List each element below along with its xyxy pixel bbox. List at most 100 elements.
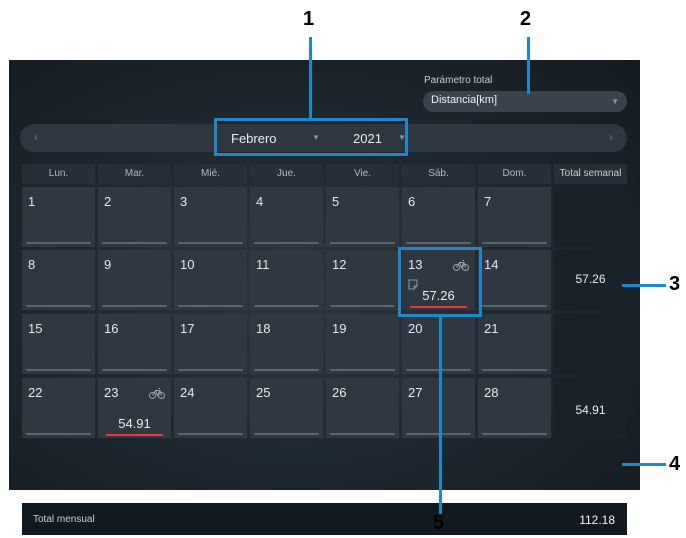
day-number: 19	[332, 321, 347, 336]
weekday-label: Sáb.	[402, 164, 475, 184]
day-number: 17	[180, 321, 195, 336]
day-cell[interactable]: 3	[174, 187, 247, 247]
callout-number-1: 1	[303, 8, 315, 30]
day-cell-bar	[26, 369, 91, 371]
day-number: 7	[484, 194, 492, 209]
total-parameter-label: Parámetro total	[424, 75, 493, 86]
total-parameter-value: Distancia[km]	[431, 94, 498, 106]
day-cell[interactable]: 7	[478, 187, 551, 247]
day-number: 26	[332, 385, 347, 400]
callout-number-4: 4	[669, 453, 681, 475]
weekly-total-value: 54.91	[575, 403, 606, 417]
day-number: 2	[104, 194, 112, 209]
bicycle-icon	[149, 386, 165, 399]
callout-line-5	[439, 316, 442, 514]
day-cell-bar	[330, 305, 395, 307]
day-cell[interactable]: 6	[402, 187, 475, 247]
day-cell[interactable]: 22	[22, 378, 95, 438]
day-cell[interactable]: 19	[326, 314, 399, 374]
day-number: 27	[408, 385, 423, 400]
day-cell[interactable]: 1	[22, 187, 95, 247]
day-cell[interactable]: 23 54.91	[98, 378, 171, 438]
callout-line-2	[527, 37, 530, 94]
next-month-icon[interactable]: ›	[609, 130, 613, 144]
day-number: 23	[104, 385, 119, 400]
day-cell[interactable]: 9	[98, 250, 171, 310]
total-parameter-select[interactable]: Distancia[km] ▼	[423, 91, 627, 112]
day-cell-bar	[330, 242, 395, 244]
day-number: 1	[28, 194, 36, 209]
day-cell[interactable]: 11	[250, 250, 323, 310]
day-cell-bar	[330, 433, 395, 435]
day-cell[interactable]: 4	[250, 187, 323, 247]
day-number: 8	[28, 257, 36, 272]
day-cell[interactable]: 28	[478, 378, 551, 438]
day-cell-bar	[178, 242, 243, 244]
day-cell-bar	[26, 433, 91, 435]
day-cell-bar	[102, 242, 167, 244]
day-cell[interactable]: 10	[174, 250, 247, 310]
day-cell-bar	[102, 369, 167, 371]
day-cell[interactable]: 5	[326, 187, 399, 247]
day-cell[interactable]: 8	[22, 250, 95, 310]
weekday-label: Jue.	[250, 164, 323, 184]
weekday-header: Lun. Mar. Mié. Jue. Vie. Sáb. Dom. Total…	[22, 164, 627, 184]
weekday-label: Vie.	[326, 164, 399, 184]
weekly-total-cell: 54.91	[554, 378, 627, 438]
day-number: 14	[484, 257, 499, 272]
day-cell[interactable]: 18	[250, 314, 323, 374]
day-number: 20	[408, 321, 423, 336]
day-number: 18	[256, 321, 271, 336]
day-cell[interactable]: 2	[98, 187, 171, 247]
weekly-total-header: Total semanal	[554, 164, 627, 184]
activity-day-highlight-box	[398, 247, 482, 317]
day-cell-bar	[254, 433, 319, 435]
day-number: 5	[332, 194, 340, 209]
day-cell[interactable]: 15	[22, 314, 95, 374]
day-cell-bar	[482, 305, 547, 307]
weekday-label: Lun.	[22, 164, 95, 184]
day-number: 12	[332, 257, 347, 272]
day-cell[interactable]: 16	[98, 314, 171, 374]
month-year-highlight-box	[214, 118, 408, 156]
day-cell[interactable]: 24	[174, 378, 247, 438]
day-cell[interactable]: 14	[478, 250, 551, 310]
day-number: 4	[256, 194, 264, 209]
day-number: 6	[408, 194, 416, 209]
daily-distance-value: 54.91	[118, 416, 151, 431]
day-number: 24	[180, 385, 195, 400]
previous-month-icon[interactable]: ‹	[34, 130, 38, 144]
day-cell[interactable]: 17	[174, 314, 247, 374]
day-cell[interactable]: 12	[326, 250, 399, 310]
callout-number-2: 2	[520, 8, 532, 30]
callout-line-4	[622, 463, 666, 466]
distance-underline	[106, 434, 163, 436]
weekly-total-value: 57.26	[575, 272, 606, 286]
day-cell-bar	[482, 369, 547, 371]
day-cell-bar	[254, 242, 319, 244]
weekly-total-cell	[554, 314, 627, 374]
day-number: 11	[256, 257, 270, 272]
callout-line-3	[622, 284, 666, 287]
day-number: 3	[180, 194, 188, 209]
day-cell-bar	[26, 305, 91, 307]
day-number: 10	[180, 257, 195, 272]
weekday-label: Mar.	[98, 164, 171, 184]
day-cell-bar	[406, 242, 471, 244]
day-number: 22	[28, 385, 43, 400]
day-cell[interactable]: 26	[326, 378, 399, 438]
dropdown-arrow-icon: ▼	[611, 97, 619, 106]
monthly-total-label: Total mensual	[33, 514, 95, 525]
monthly-total-value: 112.18	[579, 513, 615, 527]
day-number: 21	[484, 321, 499, 336]
callout-number-3: 3	[669, 273, 681, 295]
day-cell-bar	[102, 305, 167, 307]
weekday-label: Dom.	[478, 164, 551, 184]
weekly-total-cell	[554, 187, 627, 247]
monthly-total-row: Total mensual 112.18	[22, 503, 627, 535]
day-cell-bar	[178, 369, 243, 371]
day-number: 25	[256, 385, 271, 400]
day-cell-bar	[330, 369, 395, 371]
day-cell[interactable]: 25	[250, 378, 323, 438]
day-cell[interactable]: 21	[478, 314, 551, 374]
